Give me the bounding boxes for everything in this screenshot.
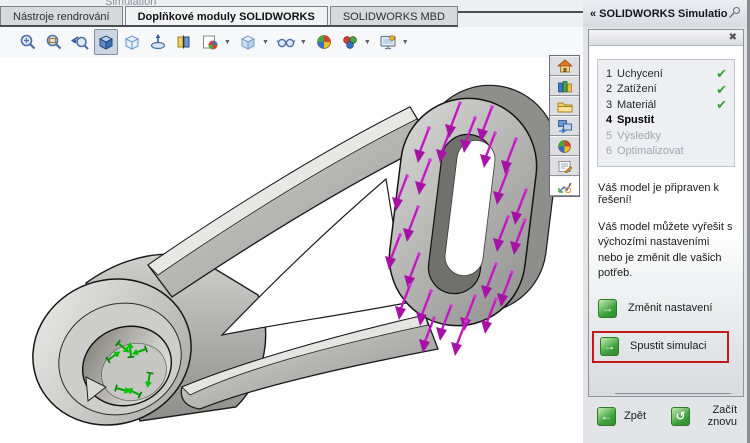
step-optimalizovat: 6 Optimalizovat (606, 145, 684, 158)
change-settings-label[interactable]: Změnit nastavení (628, 302, 712, 314)
panel-header: « SOLIDWORKS SimulationXp... (583, 0, 747, 27)
zoom-previous-icon[interactable] (68, 29, 92, 55)
instruction-text: Váš model můžete vyřešit s výchozími nas… (598, 221, 733, 280)
view-settings-dropdown[interactable]: ▼ (402, 39, 409, 46)
view-palette-icon[interactable] (550, 116, 579, 136)
shaded-with-edges-icon[interactable] (94, 29, 118, 55)
solidworks-resources-icon[interactable] (550, 56, 579, 76)
check-icon: ✔ (716, 97, 727, 113)
view-settings-icon[interactable] (376, 29, 400, 55)
design-library-icon[interactable] (550, 76, 579, 96)
commandmanager-tab-strip: Simulation Nástroje rendrování Doplňkové… (0, 0, 583, 27)
panel-title: « SOLIDWORKS SimulationXp... (590, 7, 728, 20)
wireframe-icon[interactable] (120, 29, 144, 55)
change-settings-button[interactable]: → (598, 298, 617, 318)
task-pane-tab-strip (549, 55, 580, 197)
graphics-area[interactable] (0, 57, 583, 443)
display-style-icon[interactable] (236, 29, 260, 55)
step-material[interactable]: 3 Materiál ✔ (606, 97, 727, 113)
display-style-dropdown[interactable]: ▼ (262, 39, 269, 46)
tab-solidworks-mbd[interactable]: SOLIDWORKS MBD (329, 6, 458, 27)
view-toolbar: ▼ ▼ ▼ ▼ ▼ (0, 27, 583, 57)
highlight-red-box: → Spustit simulaci (592, 330, 729, 363)
section-view-icon[interactable] (146, 29, 170, 55)
view-orientation-icon[interactable] (172, 29, 196, 55)
custom-properties-icon[interactable] (550, 156, 579, 176)
run-simulation-row: → Spustit simulaci (600, 336, 723, 356)
apply-scene-icon[interactable] (338, 29, 362, 55)
run-simulation-button[interactable]: → (600, 336, 619, 356)
apply-scene-dropdown[interactable]: ▼ (364, 39, 371, 46)
appearances-scenes-icon[interactable] (550, 136, 579, 156)
back-button[interactable]: ← (597, 406, 616, 426)
edit-appearance-icon[interactable] (198, 29, 222, 55)
document-top-border (458, 11, 583, 13)
commandmanager-tabs: Nástroje rendrování Doplňkové moduly SOL… (0, 6, 460, 27)
hide-show-items-icon[interactable] (274, 29, 298, 55)
edit-appearance-dropdown[interactable]: ▼ (224, 39, 231, 46)
zoom-to-area-icon[interactable] (42, 29, 66, 55)
pushpin-icon[interactable] (728, 6, 741, 22)
step-zatizeni[interactable]: 2 Zatížení ✔ (606, 82, 727, 98)
tab-doplnkove-moduly-solidworks[interactable]: Doplňkové moduly SOLIDWORKS (124, 6, 328, 27)
wizard-titlebar: ✖ (589, 30, 743, 46)
close-panel-icon[interactable]: ✖ (729, 32, 737, 43)
check-icon: ✔ (716, 66, 727, 82)
realview-icon[interactable] (312, 29, 336, 55)
file-explorer-icon[interactable] (550, 96, 579, 116)
wizard-steps: 1 Uchycení ✔ 2 Zatížení ✔ 3 Materiál ✔ 4… (597, 59, 735, 167)
tab-nastroje-rendrovani[interactable]: Nástroje rendrování (0, 6, 123, 27)
ready-message: Váš model je připraven k řešení! (598, 182, 720, 206)
restart-button[interactable]: ↺ (671, 406, 690, 426)
wizard-content: ✖ 1 Uchycení ✔ 2 Zatížení ✔ 3 Materiál ✔ (588, 29, 744, 428)
footer-divider (615, 392, 731, 394)
check-icon: ✔ (716, 81, 727, 97)
run-simulation-label[interactable]: Spustit simulaci (630, 340, 706, 352)
back-label[interactable]: Zpět (624, 410, 646, 422)
solidworks-window: Simulation Nástroje rendrování Doplňkové… (0, 0, 750, 443)
zoom-to-fit-icon[interactable] (16, 29, 40, 55)
step-spustit[interactable]: 4 Spustit (606, 113, 727, 129)
restart-label[interactable]: Začít znovu (697, 404, 737, 429)
hide-show-items-dropdown[interactable]: ▼ (300, 39, 307, 46)
simulationxpress-icon[interactable] (550, 176, 579, 196)
simulationxpress-panel: « SOLIDWORKS SimulationXp... ✖ 1 Uchycen… (583, 0, 750, 443)
step-vysledky: 5 Výsledky (606, 129, 662, 142)
3d-model-canvas[interactable] (0, 57, 583, 443)
step-uchyceni[interactable]: 1 Uchycení ✔ (606, 66, 727, 82)
wizard-footer: ← Zpět ↺ Začít znovu (597, 404, 737, 429)
change-settings-row: → Změnit nastavení (598, 298, 743, 318)
